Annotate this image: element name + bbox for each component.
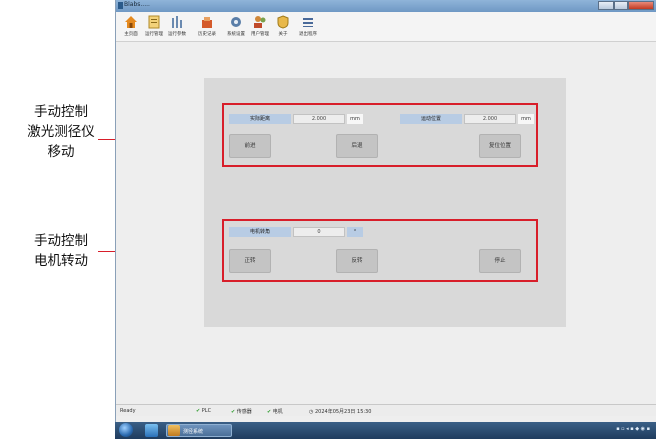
system-tray: ▪ ▫ ◂ ▪ ◆ ◉ ▪ [616, 426, 650, 432]
status-motor-label: 电机 [272, 409, 283, 415]
status-text: Ready [120, 408, 136, 414]
minimize-button[interactable] [598, 1, 614, 10]
close-button[interactable] [628, 1, 654, 10]
history-icon [202, 17, 212, 28]
check-icon: ✔ [267, 409, 272, 415]
taskbar-app-item[interactable]: 测径系统 [166, 424, 232, 437]
document-icon [148, 15, 160, 29]
status-time: ◷ 2024年05月23日 15:30 [309, 408, 371, 415]
toolbar-exit-label: 退出程序 [299, 32, 317, 37]
ie-icon[interactable] [145, 424, 158, 437]
shield-icon [277, 15, 289, 29]
maximize-button[interactable] [614, 1, 628, 10]
status-plc: ✔ PLC [196, 408, 211, 414]
screenshot-root: 手动控制 激光测径仪 移动 手动控制 电机转动 Blabs..... 主页面 运… [0, 0, 656, 439]
laser-annotation-line-3: 移动 [47, 144, 75, 160]
status-plc-label: PLC [201, 408, 212, 414]
status-bar: Ready ✔ PLC ✔ 传感器 ✔ 电机 ◷ 2024年05月23日 15:… [116, 404, 656, 416]
bars-icon [172, 16, 182, 28]
motor-highlight-box [222, 219, 538, 282]
toolbar-about[interactable]: 关于 [271, 14, 295, 41]
check-icon: ✔ [196, 408, 201, 414]
exit-icon [303, 18, 313, 27]
laser-annotation: 手动控制 激光测径仪 移动 [6, 102, 116, 162]
laser-highlight-box [222, 103, 538, 167]
home-icon [125, 16, 137, 28]
gear-icon [231, 17, 241, 27]
window-title: Blabs..... [124, 1, 150, 8]
laser-annotation-line-1: 手动控制 [34, 104, 88, 120]
toolbar-params-label: 运行参数 [168, 32, 186, 37]
start-button[interactable] [119, 423, 133, 437]
toolbar-history[interactable]: 历史记录 [195, 14, 219, 41]
taskbar-app-label: 测径系统 [183, 429, 204, 435]
status-motor: ✔ 电机 [267, 408, 283, 415]
app-taskbar-icon [168, 425, 180, 436]
taskbar: 测径系统 ▪ ▫ ◂ ▪ ◆ ◉ ▪ [115, 422, 656, 439]
motor-annotation-line-1: 手动控制 [34, 233, 88, 249]
title-bar: Blabs..... [116, 0, 656, 12]
status-sensor: ✔ 传感器 [231, 408, 252, 415]
check-icon: ✔ [231, 409, 236, 415]
users-icon [254, 16, 266, 28]
toolbar-history-label: 历史记录 [198, 32, 216, 37]
status-time-label: 2024年05月23日 15:30 [314, 409, 372, 415]
status-sensor-label: 传感器 [236, 409, 252, 415]
toolbar-exit[interactable]: 退出程序 [296, 14, 320, 41]
toolbar-params[interactable]: 运行参数 [165, 14, 189, 41]
toolbar: 主页面 运行管理 运行参数 历史记录 系统设置 用户管理 关于 退出程序 [116, 12, 656, 42]
app-icon [118, 2, 123, 9]
clock-icon: ◷ [309, 409, 314, 415]
motor-annotation-line-2: 电机转动 [34, 253, 88, 269]
app-window: Blabs..... 主页面 运行管理 运行参数 历史记录 系统设置 用户管理 … [115, 0, 656, 422]
